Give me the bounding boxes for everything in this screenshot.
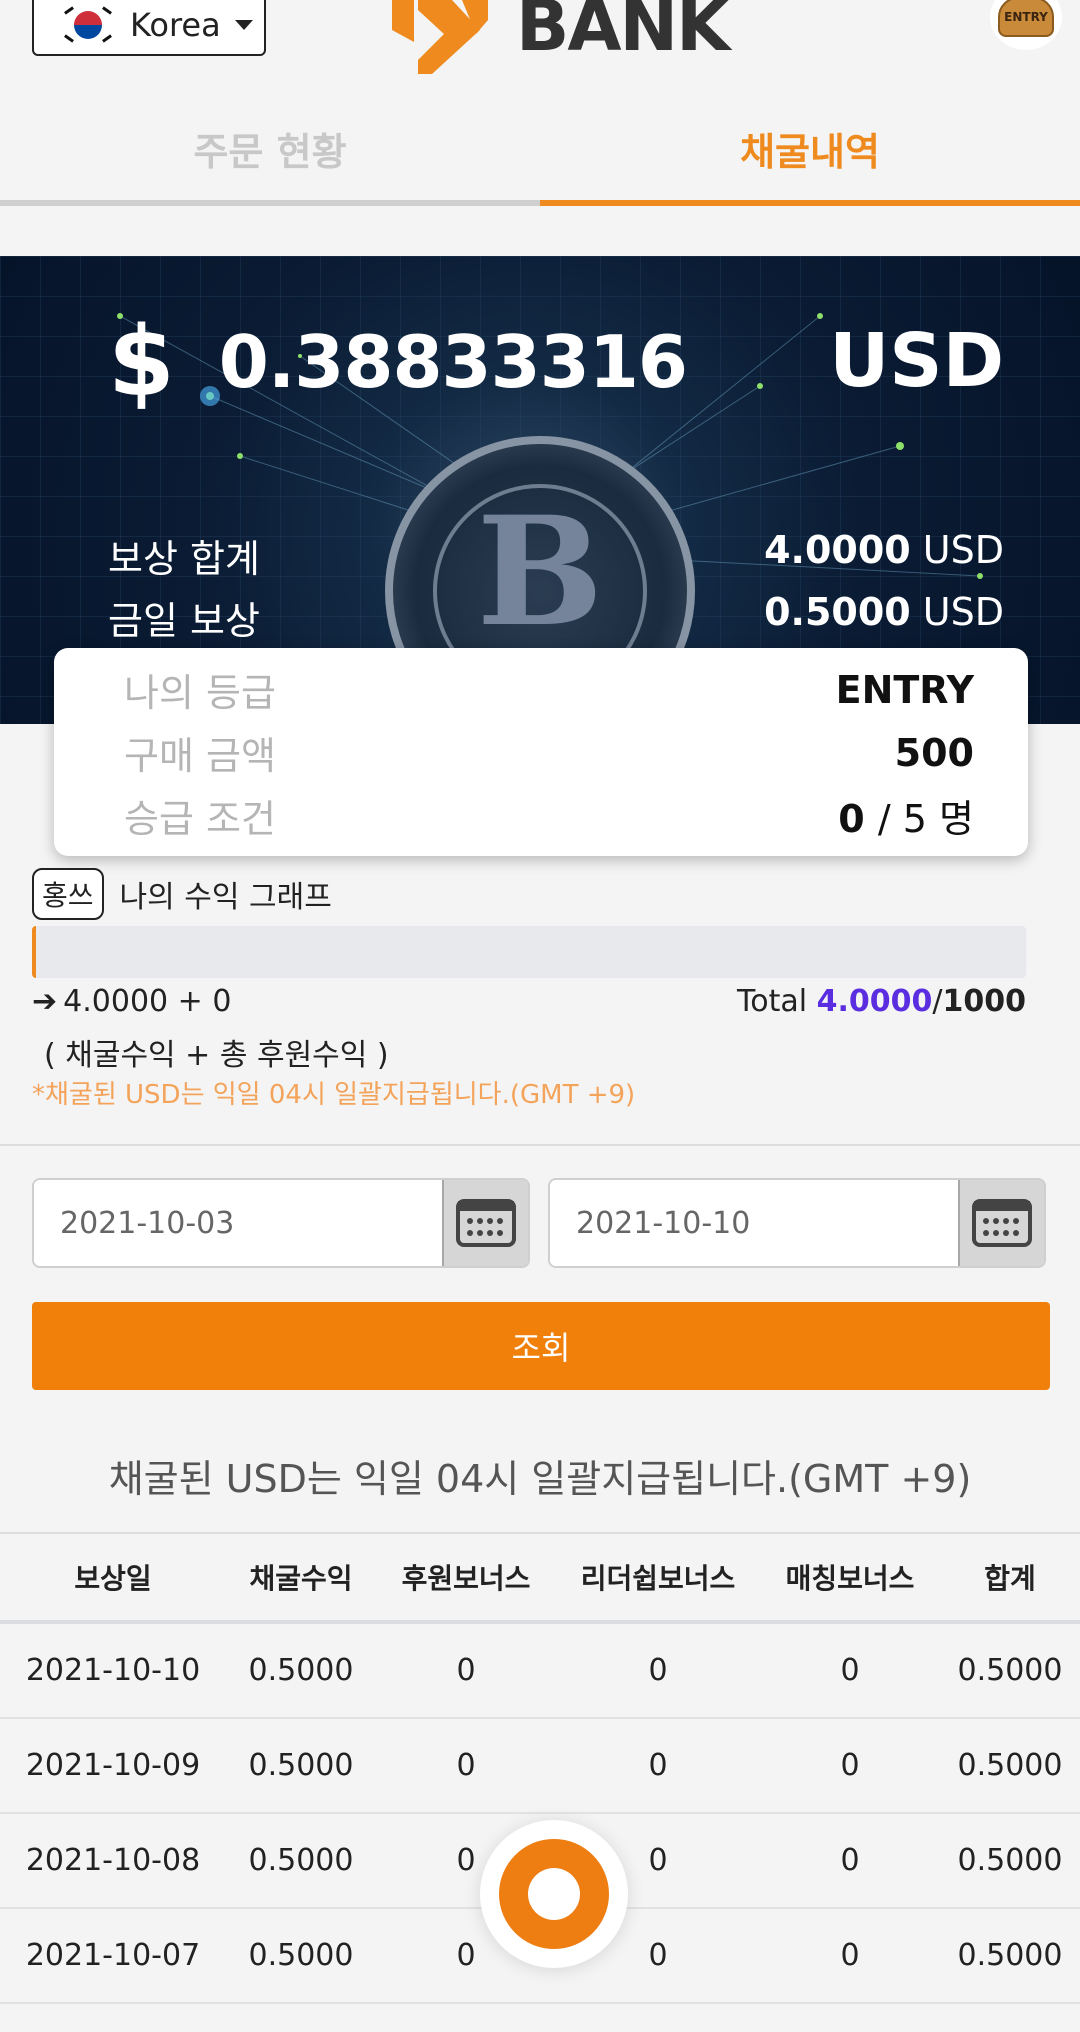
- logo-mark-icon: [392, 0, 488, 74]
- language-label: Korea: [130, 6, 221, 44]
- start-calendar-button[interactable]: [442, 1180, 528, 1266]
- table-cell: 0: [840, 1748, 860, 1783]
- start-date-field: [32, 1178, 530, 1268]
- table-cell: 2021-10-09: [25, 1748, 201, 1783]
- total-reward-unit: USD: [922, 528, 1004, 572]
- table-cell: 0: [840, 1843, 860, 1878]
- grade-row: 나의 등급 ENTRY: [124, 658, 974, 721]
- arrow-right-icon: ➔: [32, 984, 58, 1019]
- end-date-input[interactable]: [550, 1180, 958, 1266]
- avatar[interactable]: ENTRY: [990, 0, 1062, 50]
- table-cell: 0.5000: [248, 1748, 354, 1783]
- logo-text: BANK: [516, 0, 730, 67]
- promotion-rest: / 5 명: [877, 797, 974, 841]
- earnings-formula: 4.0000 + 0: [63, 984, 232, 1019]
- table-cell: 0.5000: [957, 1748, 1063, 1783]
- divider: [0, 1144, 1080, 1146]
- table-row: 2021-10-09 0.5000 0 0 0 0.5000: [0, 1719, 1080, 1814]
- end-date-field: [548, 1178, 1046, 1268]
- table-cell: 0: [840, 1653, 860, 1688]
- table-cell: 0.5000: [957, 1938, 1063, 1973]
- promotion-row: 승급 조건 0 / 5 명: [124, 784, 974, 847]
- purchase-amount-value: 500: [894, 730, 974, 775]
- table-cell: 0: [840, 1938, 860, 1973]
- tab-mining-history[interactable]: 채굴내역: [540, 96, 1080, 206]
- table-cell: 0.5000: [957, 1653, 1063, 1688]
- table-cell: 0: [648, 1653, 668, 1688]
- table-row: 2021-10-10 0.5000 0 0 0 0.5000: [0, 1624, 1080, 1719]
- caret-down-icon: [234, 20, 253, 30]
- today-reward-unit: USD: [922, 590, 1004, 634]
- payout-notice: 채굴된 USD는 익일 04시 일괄지급됩니다.(GMT +9): [108, 1457, 972, 1501]
- table-cell: 0.5000: [248, 1653, 354, 1688]
- column-header: 채굴수익: [249, 1562, 353, 1595]
- start-date-input[interactable]: [34, 1180, 442, 1266]
- purchase-amount-label: 구매 금액: [124, 734, 276, 778]
- column-header: 리더쉽보너스: [580, 1562, 736, 1595]
- column-header: 합계: [984, 1562, 1036, 1595]
- total-reward-row: 보상 합계 4.0000 USD: [108, 528, 1004, 583]
- graph-tag: 홍쓰: [32, 868, 104, 920]
- total-max: 1000: [942, 984, 1027, 1019]
- total-separator: /: [932, 984, 943, 1019]
- graph-header: 홍쓰 나의 수익 그래프: [32, 868, 332, 920]
- balance-unit: USD: [829, 318, 1004, 404]
- table-cell: 0.5000: [957, 1843, 1063, 1878]
- end-calendar-button[interactable]: [958, 1180, 1044, 1266]
- calendar-icon: [456, 1199, 516, 1247]
- korea-flag-icon: [62, 3, 114, 47]
- graph-title: 나의 수익 그래프: [119, 880, 332, 915]
- column-header: 매칭보너스: [785, 1562, 915, 1595]
- header: Korea BANK ENTRY: [0, 0, 1080, 90]
- column-header: 보상일: [74, 1562, 152, 1595]
- grade-card: 나의 등급 ENTRY 구매 금액 500 승급 조건 0 / 5 명: [54, 648, 1028, 856]
- table-cell: 2021-10-10: [25, 1653, 201, 1688]
- column-header: 후원보너스: [401, 1562, 531, 1595]
- search-button[interactable]: 조회: [32, 1302, 1050, 1390]
- table-header: 보상일 채굴수익 후원보너스 리더쉽보너스 매칭보너스 합계: [0, 1532, 1080, 1624]
- grade-badge-icon: ENTRY: [998, 0, 1054, 37]
- table-cell: 2021-10-07: [25, 1938, 201, 1973]
- earnings-info: ➔ 4.0000 + 0 Total 4.0000/1000: [32, 984, 1026, 1019]
- promotion-label: 승급 조건: [124, 797, 276, 841]
- earnings-subtitle: ( 채굴수익 + 총 후원수익 ): [44, 1038, 389, 1073]
- tab-bar: 주문 현황 채굴내역: [0, 96, 1080, 206]
- language-selector[interactable]: Korea: [32, 0, 266, 56]
- today-reward-row: 금일 보상 0.5000 USD: [108, 590, 1004, 645]
- earnings-total: Total 4.0000/1000: [737, 984, 1026, 1019]
- grade-label: 나의 등급: [124, 671, 276, 715]
- promotion-current: 0: [838, 797, 865, 841]
- table-cell: 0.5000: [248, 1843, 354, 1878]
- purchase-amount-row: 구매 금액 500: [124, 721, 974, 784]
- grade-value: ENTRY: [835, 667, 974, 712]
- table-cell: 0: [648, 1748, 668, 1783]
- floating-chat-button[interactable]: [480, 1820, 628, 1968]
- total-label: Total: [736, 984, 808, 1019]
- total-current: 4.0000: [816, 984, 933, 1019]
- total-reward-value: 4.0000: [764, 528, 911, 572]
- balance-value: 0.38833316: [218, 320, 688, 404]
- table-cell: 2021-10-08: [25, 1843, 201, 1878]
- table-cell: 0: [456, 1653, 476, 1688]
- bank-logo[interactable]: BANK: [392, 0, 730, 76]
- table-cell: 0: [456, 1748, 476, 1783]
- dollar-sign: $: [108, 306, 175, 418]
- total-reward-label: 보상 합계: [108, 537, 260, 581]
- calendar-icon: [972, 1199, 1032, 1247]
- today-reward-value: 0.5000: [764, 590, 911, 634]
- tab-order-status[interactable]: 주문 현황: [0, 96, 540, 206]
- earnings-progress-fill: [32, 926, 36, 978]
- earnings-progress-bar: [32, 926, 1026, 978]
- payout-note: *채굴된 USD는 익일 04시 일괄지급됩니다.(GMT +9): [32, 1080, 636, 1110]
- balance-amount: $ 0.38833316: [108, 306, 688, 418]
- table-cell: 0.5000: [248, 1938, 354, 1973]
- today-reward-label: 금일 보상: [108, 599, 260, 643]
- chat-icon: [499, 1839, 609, 1949]
